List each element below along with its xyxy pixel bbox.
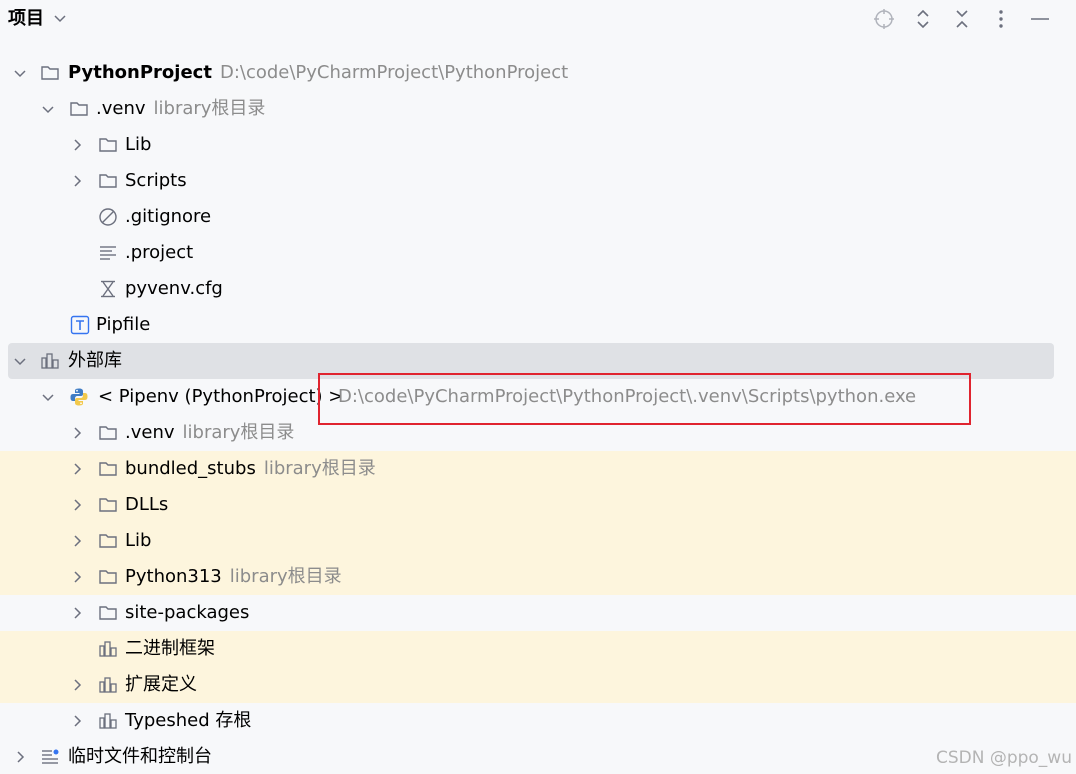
tree-row-label: Typeshed 存根 [125, 710, 252, 731]
tree-row-binary-skeletons[interactable]: 二进制框架 [0, 631, 1076, 667]
chevron-right-icon[interactable] [69, 173, 85, 189]
chevron-right-icon[interactable] [69, 461, 85, 477]
tree-row-project-file[interactable]: .project [0, 235, 1076, 271]
chevron-down-icon[interactable] [12, 353, 28, 369]
chevron-right-icon[interactable] [69, 605, 85, 621]
chevron-right-icon[interactable] [12, 749, 28, 765]
tree-row-label: < Pipenv (PythonProject) > [98, 386, 344, 407]
tree-row-label: Lib [125, 134, 152, 155]
tree-row-dlls[interactable]: DLLs [0, 487, 1076, 523]
tree-row-label: .venv library根目录 [96, 98, 266, 119]
tree-row-label: Python313 library根目录 [125, 566, 342, 587]
text-file-icon [100, 246, 116, 260]
tree-row-label: site-packages [125, 602, 250, 623]
tree-row-python313[interactable]: Python313 library根目录 [0, 559, 1076, 595]
folder-icon [99, 570, 117, 584]
chevron-right-icon[interactable] [69, 497, 85, 513]
tree-row-label: bundled_stubs library根目录 [125, 458, 376, 479]
chevron-right-icon[interactable] [69, 533, 85, 549]
ignored-file-icon [99, 208, 117, 226]
folder-icon [99, 462, 117, 476]
folder-icon [99, 426, 117, 440]
tree-row-label: PythonProject D:\code\PyCharmProject\Pyth… [68, 62, 569, 83]
scratches-icon [42, 749, 59, 764]
tree-row-python-project[interactable]: PythonProject D:\code\PyCharmProject\Pyth… [0, 55, 1076, 91]
tree-row-typeshed-stubs[interactable]: Typeshed 存根 [0, 703, 1076, 739]
library-icon [41, 353, 59, 369]
chevron-right-icon[interactable] [69, 137, 85, 153]
tree-row-label: Pipfile [96, 314, 151, 335]
folder-icon [70, 102, 88, 116]
chevron-right-icon[interactable] [69, 713, 85, 729]
tree-row-scratches-and-consoles[interactable]: 临时文件和控制台 [0, 739, 1076, 774]
tree-row-label: pyvenv.cfg [125, 278, 223, 299]
collapse-all-icon[interactable] [950, 7, 974, 31]
tree-row-site-packages[interactable]: site-packages [0, 595, 1076, 631]
chevron-right-icon[interactable] [69, 569, 85, 585]
tree-row-extended-definitions[interactable]: 扩展定义 [0, 667, 1076, 703]
more-icon[interactable] [989, 7, 1013, 31]
tree-row-scripts[interactable]: Scripts [0, 163, 1076, 199]
chevron-down-icon[interactable] [52, 10, 68, 26]
project-tool-window: 项目 PythonProject D:\code\PyCharmProject\… [0, 0, 1076, 774]
library-icon [99, 713, 117, 729]
config-file-icon [101, 280, 115, 298]
tree-row-label: Lib [125, 530, 152, 551]
tree-row-label: .gitignore [125, 206, 212, 227]
tree-row-lib[interactable]: Lib [0, 127, 1076, 163]
tree-row-bundled-stubs[interactable]: bundled_stubs library根目录 [0, 451, 1076, 487]
watermark: CSDN @ppo_wu [935, 748, 1072, 768]
folder-icon [99, 174, 117, 188]
tree-row-sdk-lib[interactable]: Lib [0, 523, 1076, 559]
tree-row-label: .project [125, 242, 194, 263]
tree-row-label: 二进制框架 [125, 638, 215, 659]
toml-file-icon [70, 315, 90, 335]
tree-row-label: 扩展定义 [125, 674, 197, 695]
tree-row-label: 外部库 [68, 350, 122, 371]
tree-row-label: .venv library根目录 [125, 422, 295, 443]
tree-row-label: Scripts [125, 170, 187, 191]
tree-row-pipfile[interactable]: Pipfile [0, 307, 1076, 343]
tree-row-gitignore[interactable]: .gitignore [0, 199, 1076, 235]
locate-icon[interactable] [872, 7, 896, 31]
library-icon [99, 677, 117, 693]
chevron-down-icon[interactable] [12, 65, 28, 81]
tree-row-label: 临时文件和控制台 [68, 746, 212, 767]
tree-row-venv[interactable]: .venv library根目录 [0, 91, 1076, 127]
library-icon [99, 641, 117, 657]
folder-icon [99, 138, 117, 152]
folder-icon [99, 498, 117, 512]
tool-window-header: 项目 [0, 0, 1076, 38]
chevron-right-icon[interactable] [69, 677, 85, 693]
folder-icon [99, 606, 117, 620]
chevron-down-icon[interactable] [40, 389, 56, 405]
tree-row-pyvenv-cfg[interactable]: pyvenv.cfg [0, 271, 1076, 307]
expand-all-icon[interactable] [911, 7, 935, 31]
annotation-highlight-box [318, 373, 971, 425]
minimize-icon[interactable] [1028, 7, 1052, 31]
python-icon [70, 388, 88, 406]
folder-icon [41, 66, 59, 80]
chevron-down-icon[interactable] [40, 101, 56, 117]
tree-row-label: DLLs [125, 494, 169, 515]
tool-window-title[interactable]: 项目 [8, 8, 44, 30]
folder-icon [99, 534, 117, 548]
chevron-right-icon[interactable] [69, 425, 85, 441]
